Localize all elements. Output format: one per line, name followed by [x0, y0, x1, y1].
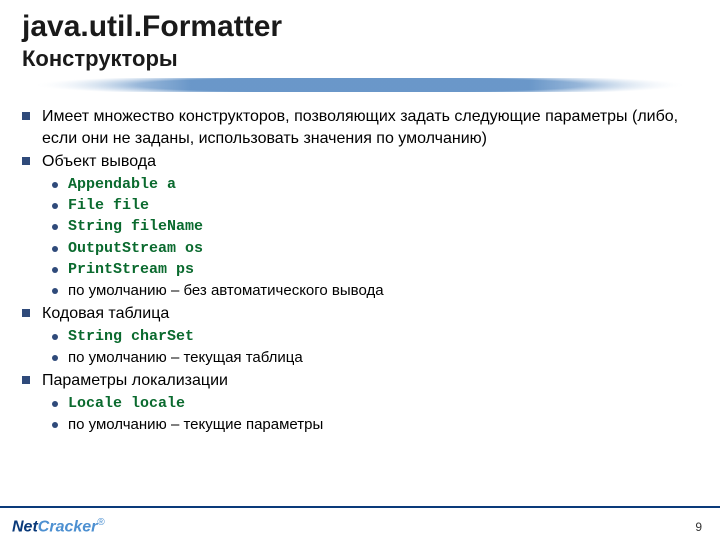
square-bullet-icon	[22, 376, 30, 384]
logo-registered: ®	[97, 517, 104, 528]
bullet-item: Объект вывода	[22, 151, 698, 173]
sub-bullet-item: по умолчанию – текущая таблица	[52, 348, 698, 368]
slide: java.util.Formatter Конструкторы Имеет м…	[0, 0, 720, 435]
dot-bullet-icon	[52, 401, 58, 407]
square-bullet-icon	[22, 112, 30, 120]
footer-divider	[0, 506, 720, 508]
bullet-text: Имеет множество конструкторов, позволяющ…	[42, 106, 698, 149]
bullet-text: Объект вывода	[42, 151, 698, 173]
code-text: Locale locale	[68, 394, 185, 414]
code-text: Appendable a	[68, 175, 176, 195]
sub-bullet-item: File file	[52, 196, 698, 216]
sub-bullet-text: по умолчанию – без автоматического вывод…	[68, 281, 384, 301]
dot-bullet-icon	[52, 267, 58, 273]
slide-subtitle: Конструкторы	[22, 46, 698, 72]
page-number: 9	[695, 520, 702, 534]
sub-bullet-item: PrintStream ps	[52, 260, 698, 280]
dot-bullet-icon	[52, 203, 58, 209]
dot-bullet-icon	[52, 182, 58, 188]
dot-bullet-icon	[52, 224, 58, 230]
dot-bullet-icon	[52, 422, 58, 428]
dot-bullet-icon	[52, 355, 58, 361]
bullet-item: Параметры локализации	[22, 370, 698, 392]
dot-bullet-icon	[52, 246, 58, 252]
sub-bullet-item: String fileName	[52, 217, 698, 237]
dot-bullet-icon	[52, 288, 58, 294]
sub-bullet-text: по умолчанию – текущая таблица	[68, 348, 303, 368]
bullet-item: Кодовая таблица	[22, 303, 698, 325]
dot-bullet-icon	[52, 334, 58, 340]
sub-bullet-text: по умолчанию – текущие параметры	[68, 415, 323, 435]
slide-title: java.util.Formatter	[22, 10, 698, 44]
logo: NetCracker®	[12, 517, 105, 536]
code-text: OutputStream os	[68, 239, 203, 259]
logo-part2: Cracker	[38, 518, 98, 535]
bullet-item: Имеет множество конструкторов, позволяющ…	[22, 106, 698, 149]
logo-part1: Net	[12, 518, 38, 535]
sub-bullet-item: по умолчанию – текущие параметры	[52, 415, 698, 435]
sub-bullet-item: String charSet	[52, 327, 698, 347]
bullet-text: Параметры локализации	[42, 370, 698, 392]
sub-bullet-item: Locale locale	[52, 394, 698, 414]
divider-line	[22, 78, 698, 92]
code-text: File file	[68, 196, 149, 216]
content: Имеет множество конструкторов, позволяющ…	[22, 106, 698, 435]
square-bullet-icon	[22, 309, 30, 317]
code-text: String fileName	[68, 217, 203, 237]
code-text: String charSet	[68, 327, 194, 347]
square-bullet-icon	[22, 157, 30, 165]
sub-bullet-item: по умолчанию – без автоматического вывод…	[52, 281, 698, 301]
footer: NetCracker® 9	[0, 506, 720, 540]
sub-bullet-item: OutputStream os	[52, 239, 698, 259]
sub-bullet-item: Appendable a	[52, 175, 698, 195]
code-text: PrintStream ps	[68, 260, 194, 280]
bullet-text: Кодовая таблица	[42, 303, 698, 325]
